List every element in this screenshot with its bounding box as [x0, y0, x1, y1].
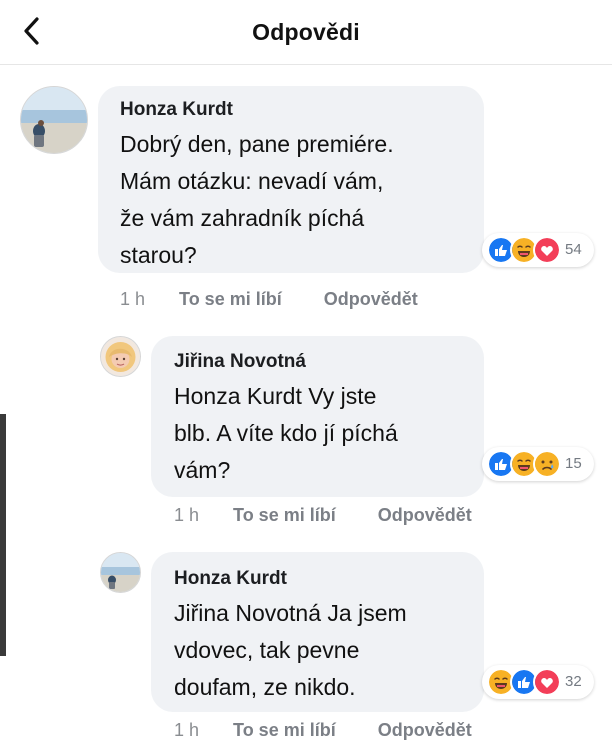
beach-profile-photo-icon	[101, 553, 140, 592]
comment-text-line: Honza Kurdt Vy jste	[174, 383, 377, 409]
top-header: Odpovědi	[0, 0, 612, 65]
reaction-count: 15	[565, 455, 582, 472]
comment-text-line: Mám otázku: nevadí vám,	[120, 168, 384, 194]
comment-author[interactable]: Honza Kurdt	[120, 98, 233, 122]
avatar[interactable]	[100, 336, 141, 377]
comment-text-line: starou?	[120, 242, 197, 268]
comment-actions: 1 h To se mi líbí Odpovědět	[174, 718, 472, 742]
comment-time: 1 h	[174, 505, 200, 525]
reply-action[interactable]: Odpovědět	[324, 287, 418, 311]
comment-text-line: vdovec, tak pevne	[174, 637, 360, 663]
like-action[interactable]: To se mi líbí	[233, 718, 336, 742]
reply-action[interactable]: Odpovědět	[378, 718, 472, 742]
beach-profile-photo-icon	[21, 87, 87, 153]
like-action[interactable]: To se mi líbí	[179, 287, 282, 311]
replies-screen: Odpovědi Honza Kurdt Dobrý den, pane pre…	[0, 0, 612, 756]
reaction-count: 32	[565, 673, 582, 690]
like-action[interactable]: To se mi líbí	[233, 503, 336, 527]
reaction-count: 54	[565, 241, 582, 258]
comment-text-line: doufam, ze nikdo.	[174, 674, 356, 700]
comment-text-line: Dobrý den, pane premiére.	[120, 131, 394, 157]
page-title: Odpovědi	[252, 19, 360, 45]
comment-time: 1 h	[120, 289, 146, 309]
comment-time: 1 h	[174, 720, 200, 740]
comment-text-line: vám?	[174, 457, 231, 483]
profile-photo-icon	[101, 337, 140, 376]
comment-text-line: že vám zahradník píchá	[120, 205, 365, 231]
comment-text-line: blb. A víte kdo jí píchá	[174, 420, 398, 446]
comment-actions: 1 h To se mi líbí Odpovědět	[174, 503, 472, 527]
sad-icon	[533, 450, 561, 478]
reply-action[interactable]: Odpovědět	[378, 503, 472, 527]
reaction-summary[interactable]: 54	[482, 233, 594, 267]
comment-actions: 1 h To se mi líbí Odpovědět	[120, 287, 418, 311]
comment-author[interactable]: Jiřina Novotná	[174, 350, 306, 374]
avatar[interactable]	[20, 86, 88, 154]
comment-text-line: Jiřina Novotná Ja jsem	[174, 600, 407, 626]
comment-author[interactable]: Honza Kurdt	[174, 567, 287, 591]
screen-edge-strip	[0, 414, 6, 656]
love-icon	[533, 236, 561, 264]
reaction-summary[interactable]: 32	[482, 665, 594, 699]
reaction-summary[interactable]: 15	[482, 447, 594, 481]
avatar[interactable]	[100, 552, 141, 593]
love-icon	[533, 668, 561, 696]
